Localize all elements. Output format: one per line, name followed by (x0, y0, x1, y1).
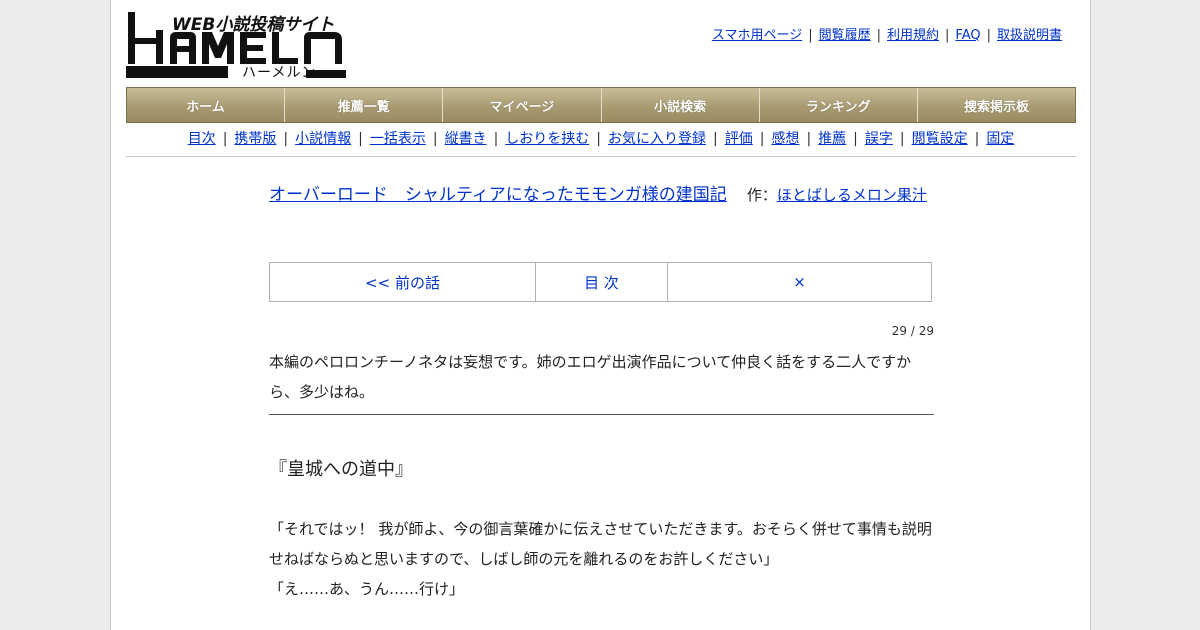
separator: | (432, 131, 438, 147)
subnav-toc[interactable]: 目次 (188, 131, 216, 147)
chapter-body: 「それではッ！ 我が師よ、今の御言葉確かに伝えさせていただきます。おそらく併せて… (269, 514, 939, 604)
author-link[interactable]: ほとばしるメロン果汁 (777, 186, 927, 204)
separator: | (222, 131, 228, 147)
sub-nav: 目次 | 携帯版 | 小説情報 | 一括表示 | 縦書き | しおりを挟む | お気に入り登録 | 評価 | 感… (126, 128, 1076, 148)
subnav-mobile[interactable]: 携帯版 (234, 131, 276, 147)
separator: | (596, 131, 601, 147)
subnav-view-settings[interactable]: 閲覧設定 (912, 131, 968, 147)
nav-home[interactable]: ホーム (127, 88, 286, 122)
subnav-pin[interactable]: 固定 (986, 131, 1014, 147)
site-logo[interactable]: WEB小説投稿サイト ハーメルン (126, 8, 348, 81)
subnav-recommend[interactable]: 推薦 (818, 131, 846, 147)
link-browsing-history[interactable]: 閲覧履歴 (819, 28, 871, 43)
separator: | (945, 28, 950, 43)
link-terms[interactable]: 利用規約 (887, 28, 939, 43)
divider (126, 156, 1076, 157)
body-paragraph: 「それではッ！ 我が師よ、今の御言葉確かに伝えさせていただきます。おそらく併せて… (269, 520, 932, 568)
chapter-title: 『皇城への道中』 (269, 459, 413, 480)
separator: | (876, 28, 881, 43)
nav-novel-search[interactable]: 小説検索 (602, 88, 760, 122)
separator: | (808, 28, 813, 43)
chapter-navigation: << 前の話 目 次 × (269, 262, 932, 302)
separator: | (713, 131, 718, 147)
logo-kana: ハーメルン (242, 65, 317, 81)
prev-chapter-link[interactable]: << 前の話 (270, 263, 536, 301)
subnav-bookmark[interactable]: しおりを挟む (505, 131, 589, 147)
link-smartphone-page[interactable]: スマホ用ページ (712, 28, 802, 43)
subnav-rating[interactable]: 評価 (725, 131, 753, 147)
novel-header: オーバーロード シャルティアになったモモンガ様の建国記 作：ほとばしるメロン果汁 (269, 180, 934, 210)
page-count: 29 / 29 (891, 324, 934, 338)
subnav-favorite[interactable]: お気に入り登録 (608, 131, 706, 147)
next-chapter-close[interactable]: × (668, 263, 931, 301)
separator: | (986, 28, 991, 43)
nav-recommendations[interactable]: 推薦一覧 (285, 88, 444, 122)
main-nav: ホーム 推薦一覧 マイページ 小説検索 ランキング 捜索掲示板 (126, 87, 1076, 123)
separator: | (853, 131, 858, 147)
nav-ranking[interactable]: ランキング (760, 88, 918, 122)
separator: | (759, 131, 765, 147)
body-paragraph: 「え……あ、うん……行け」 (269, 580, 465, 598)
page: WEB小説投稿サイト ハーメルン スマホ用ページ | 閲覧履歴 | 利用規約 | FAQ | 取… (110, 0, 1091, 630)
divider (269, 414, 934, 415)
top-links: スマホ用ページ | 閲覧履歴 | 利用規約 | FAQ | 取扱説明書 (712, 24, 1062, 43)
separator: | (974, 131, 980, 147)
subnav-typo[interactable]: 誤字 (865, 131, 893, 147)
novel-title-link[interactable]: オーバーロード シャルティアになったモモンガ様の建国記 (269, 185, 727, 205)
separator: | (493, 131, 499, 147)
subnav-show-all[interactable]: 一括表示 (370, 131, 426, 147)
subnav-review[interactable]: 感想 (771, 131, 799, 147)
nav-mypage[interactable]: マイページ (443, 88, 602, 122)
subnav-vertical[interactable]: 縦書き (445, 131, 487, 147)
subnav-novel-info[interactable]: 小説情報 (295, 131, 351, 147)
separator: | (283, 131, 289, 147)
nav-search-board[interactable]: 捜索掲示板 (918, 88, 1075, 122)
link-faq[interactable]: FAQ (955, 28, 980, 43)
author-prefix: 作： (746, 186, 777, 204)
separator: | (358, 131, 363, 147)
separator: | (899, 131, 905, 147)
chapter-content: オーバーロード シャルティアになったモモンガ様の建国記 作：ほとばしるメロン果汁 … (269, 180, 934, 598)
toc-link[interactable]: 目 次 (536, 263, 668, 301)
logo-tagline: WEB小説投稿サイト (172, 15, 335, 35)
separator: | (806, 131, 812, 147)
link-manual[interactable]: 取扱説明書 (997, 28, 1062, 43)
author-preface: 本編のペロロンチーノネタは妄想です。姉のエロゲ出演作品について仲良く話をする二人… (269, 353, 912, 401)
